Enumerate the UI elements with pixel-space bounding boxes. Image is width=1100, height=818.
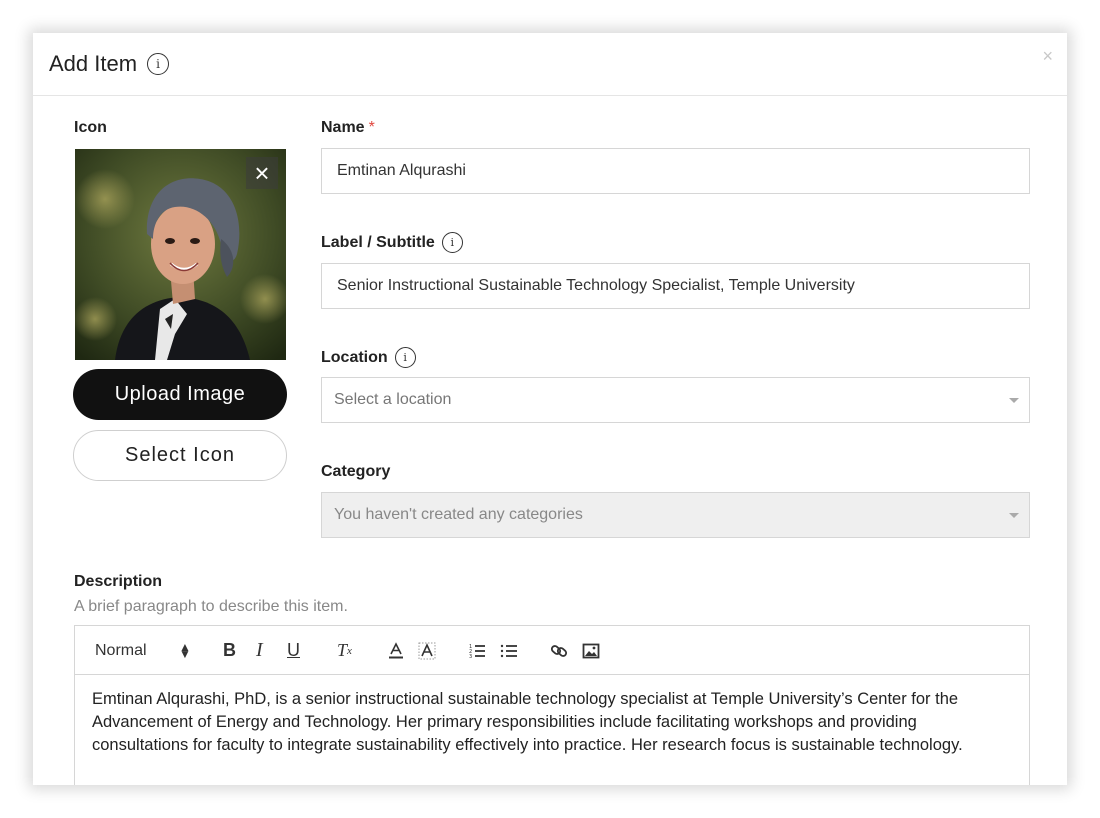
- clear-format-icon[interactable]: Tx: [337, 626, 352, 675]
- editor-toolbar: Normal ▲ ▼ B I U Tx 123: [75, 626, 1029, 675]
- ordered-list-icon[interactable]: 123: [468, 626, 486, 675]
- chevron-updown-icon[interactable]: ▲ ▼: [179, 626, 191, 675]
- add-item-dialog: Add Item i × Icon × Upload Image Select …: [33, 33, 1067, 785]
- info-icon[interactable]: i: [394, 347, 416, 368]
- description-textarea[interactable]: Emtinan Alqurashi, PhD, is a senior inst…: [75, 675, 1029, 770]
- link-icon[interactable]: [550, 626, 568, 675]
- chevron-down-icon: [1009, 398, 1019, 403]
- underline-icon[interactable]: U: [287, 626, 300, 675]
- location-label: Location i: [321, 347, 416, 368]
- category-label: Category: [321, 463, 391, 480]
- description-help: A brief paragraph to describe this item.: [74, 598, 348, 615]
- dialog-title: Add Item: [49, 51, 138, 76]
- format-select[interactable]: Normal: [95, 626, 147, 675]
- svg-text:3: 3: [469, 654, 472, 660]
- avatar-image: ×: [75, 149, 286, 360]
- bold-icon[interactable]: B: [223, 626, 236, 675]
- remove-image-icon[interactable]: ×: [246, 157, 278, 189]
- location-select[interactable]: Select a location: [321, 377, 1030, 423]
- italic-icon[interactable]: I: [256, 626, 263, 675]
- required-mark: *: [368, 119, 375, 136]
- subtitle-input[interactable]: Senior Instructional Sustainable Technol…: [321, 263, 1030, 309]
- category-placeholder: You haven't created any categories: [334, 506, 583, 523]
- location-placeholder: Select a location: [334, 391, 452, 408]
- close-icon[interactable]: ×: [1042, 47, 1053, 65]
- icon-label: Icon: [74, 119, 107, 136]
- description-editor: Normal ▲ ▼ B I U Tx 123 Emtinan Alqurash…: [74, 625, 1030, 785]
- select-icon-button[interactable]: Select Icon: [73, 430, 287, 481]
- background-color-icon[interactable]: [418, 626, 436, 675]
- subtitle-label: Label / Subtitle i: [321, 232, 463, 253]
- bullet-list-icon[interactable]: [500, 626, 518, 675]
- info-icon[interactable]: i: [147, 53, 170, 75]
- name-input[interactable]: Emtinan Alqurashi: [321, 148, 1030, 194]
- info-icon[interactable]: i: [441, 232, 463, 253]
- dialog-header: Add Item i ×: [33, 33, 1067, 96]
- upload-image-button[interactable]: Upload Image: [73, 369, 287, 420]
- description-label: Description: [74, 573, 163, 590]
- chevron-down-icon: [1009, 513, 1019, 518]
- name-label: Name *: [321, 119, 375, 136]
- category-select: You haven't created any categories: [321, 492, 1030, 538]
- text-color-icon[interactable]: [387, 626, 405, 675]
- image-icon[interactable]: [582, 626, 600, 675]
